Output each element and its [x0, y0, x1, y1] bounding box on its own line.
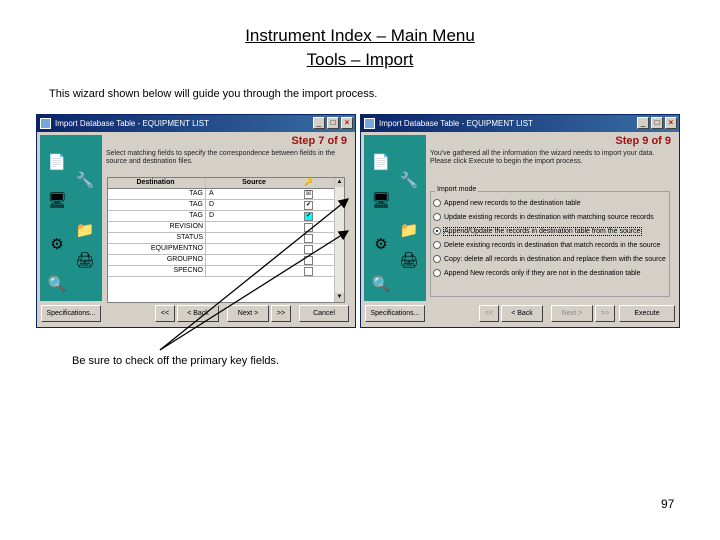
callout-arrow-lower: [159, 230, 350, 351]
callout-arrows: [159, 198, 350, 351]
page-number: 97: [661, 497, 675, 511]
callout-arrow-upper: [159, 198, 350, 351]
callout-note: Be sure to check off the primary key fie…: [72, 355, 280, 367]
